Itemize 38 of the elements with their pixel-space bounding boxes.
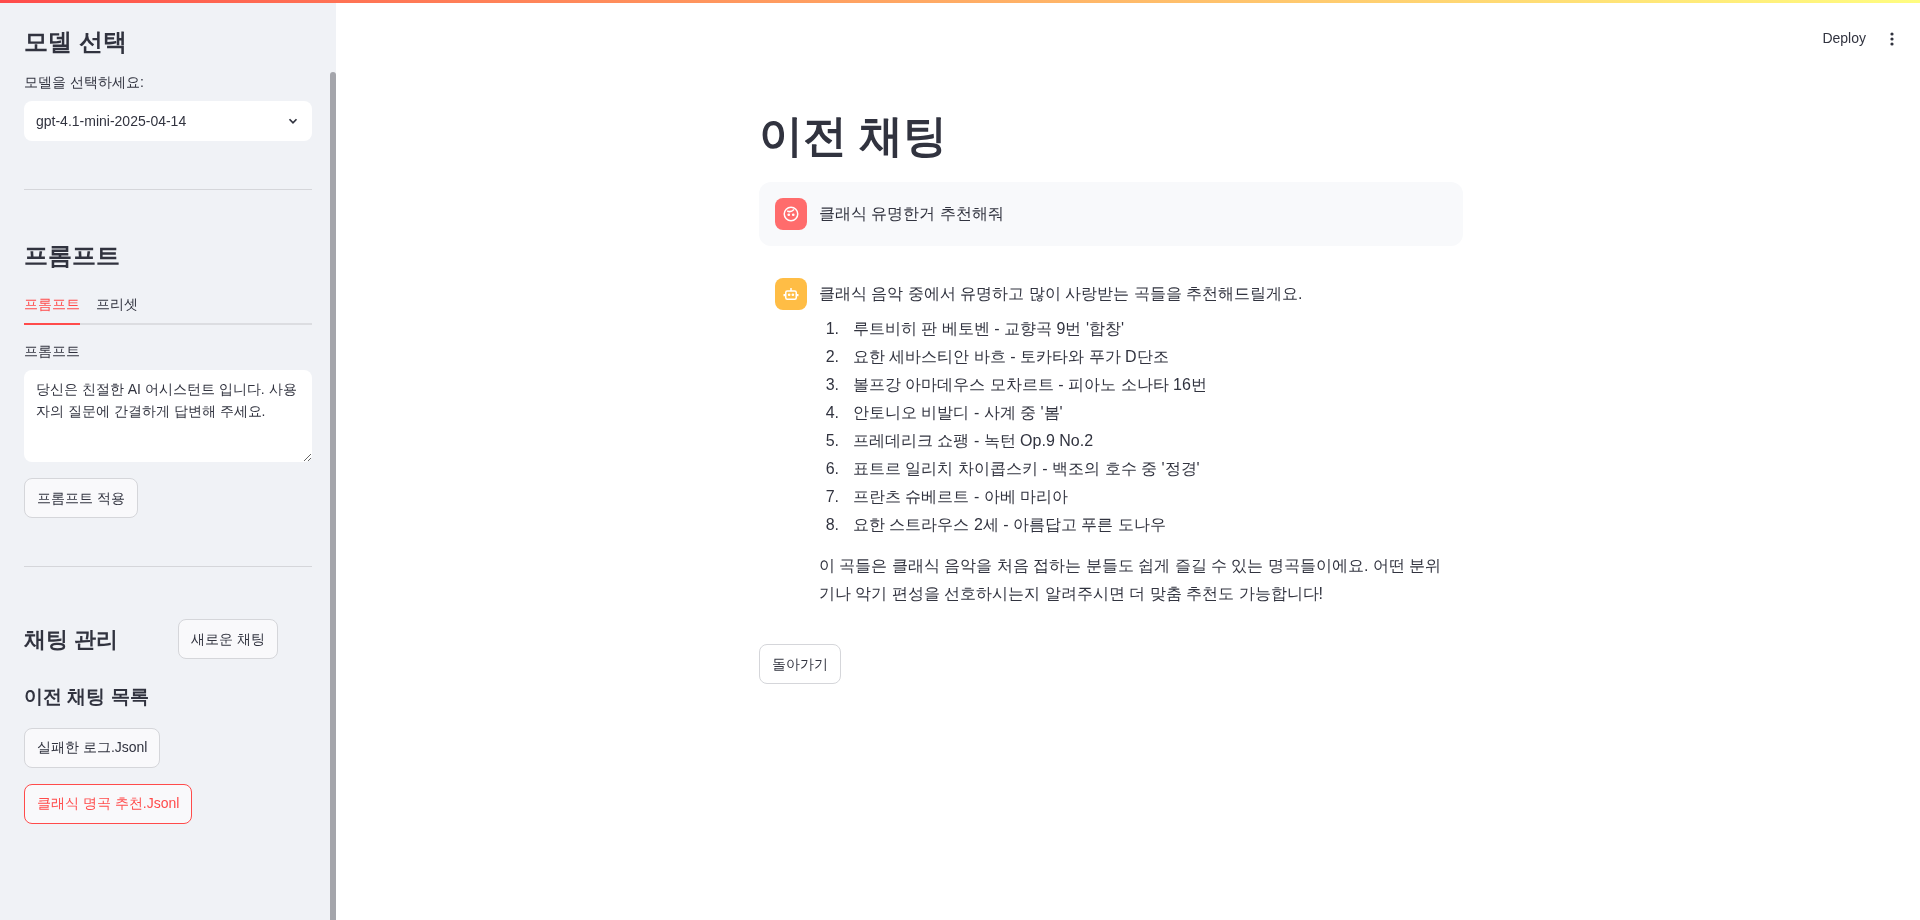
robot-avatar-icon	[775, 278, 807, 310]
list-number: 5.	[824, 431, 840, 451]
new-chat-button[interactable]: 새로운 채팅	[178, 619, 278, 659]
page-title: 이전 채팅	[759, 110, 949, 162]
list-number: 4.	[824, 403, 840, 423]
list-number: 6.	[824, 459, 840, 479]
list-item-text: 표트르 일리치 차이콥스키 - 백조의 호수 중 '정경'	[853, 459, 1200, 479]
list-number: 1.	[824, 319, 840, 339]
section-title: 채팅 관리	[24, 625, 119, 654]
field-label: 모델을 선택하세요:	[24, 73, 145, 92]
model-select[interactable]: gpt-4.1-mini-2025-04-14	[24, 101, 312, 141]
list-number: 7.	[824, 487, 840, 507]
list-item-text: 프레데리크 쇼팽 - 녹턴 Op.9 No.2	[853, 431, 1094, 451]
chat-history-button[interactable]: 실패한 로그.Jsonl	[24, 727, 161, 768]
message-text: 클래식 음악 중에서 유명하고 많이 사랑받는 곡들을 추천해드릴게요.	[819, 284, 1304, 304]
message-text: 이 곡들은 클래식 음악을 처음 접하는 분들도 쉽게 즐길 수 있는 명곡들이에요. 어떤 분위기나 악기 편성을 선호하시는지 알려주시면 더 맞춤 추천도 가능합니다!	[819, 556, 1443, 604]
list-item-text: 볼프강 아마데우스 모차르트 - 피아노 소나타 16번	[853, 375, 1207, 395]
section-title: 모델 선택	[24, 27, 128, 57]
tab[interactable]: 프리셋	[96, 294, 138, 325]
section-subtitle: 이전 채팅 목록	[24, 685, 150, 709]
deploy-button[interactable]: Deploy	[1822, 28, 1866, 49]
list-number: 3.	[824, 375, 840, 395]
message-text: 클래식 유명한거 추천해줘	[819, 204, 1004, 224]
list-item-text: 안토니오 비발디 - 사계 중 '봄'	[853, 403, 1063, 423]
list-item-text: 요한 스트라우스 2세 - 아름답고 푸른 도나우	[853, 515, 1166, 535]
prompt-textarea[interactable]: 당신은 친절한 AI 어시스턴트 입니다. 사용자의 질문에 간결하게 답변해 주세요.	[24, 370, 312, 462]
list-item-text: 루트비히 판 베토벤 - 교향곡 9번 '합창'	[853, 319, 1124, 339]
section-title: 프롬프트	[24, 241, 121, 271]
list-item-text: 프란츠 슈베르트 - 아베 마리아	[853, 487, 1069, 507]
list-number: 2.	[824, 347, 840, 367]
back-button[interactable]: 돌아가기	[759, 644, 841, 684]
more-options-icon[interactable]	[1890, 31, 1894, 46]
scrollbar[interactable]	[330, 72, 336, 920]
user-avatar-icon	[775, 198, 807, 230]
list-item-text: 요한 세바스티안 바흐 - 토카타와 푸가 D단조	[853, 347, 1169, 367]
list-number: 8.	[824, 515, 840, 535]
apply-prompt-button[interactable]: 프롬프트 적용	[24, 478, 138, 518]
field-label: 프롬프트	[24, 342, 81, 361]
